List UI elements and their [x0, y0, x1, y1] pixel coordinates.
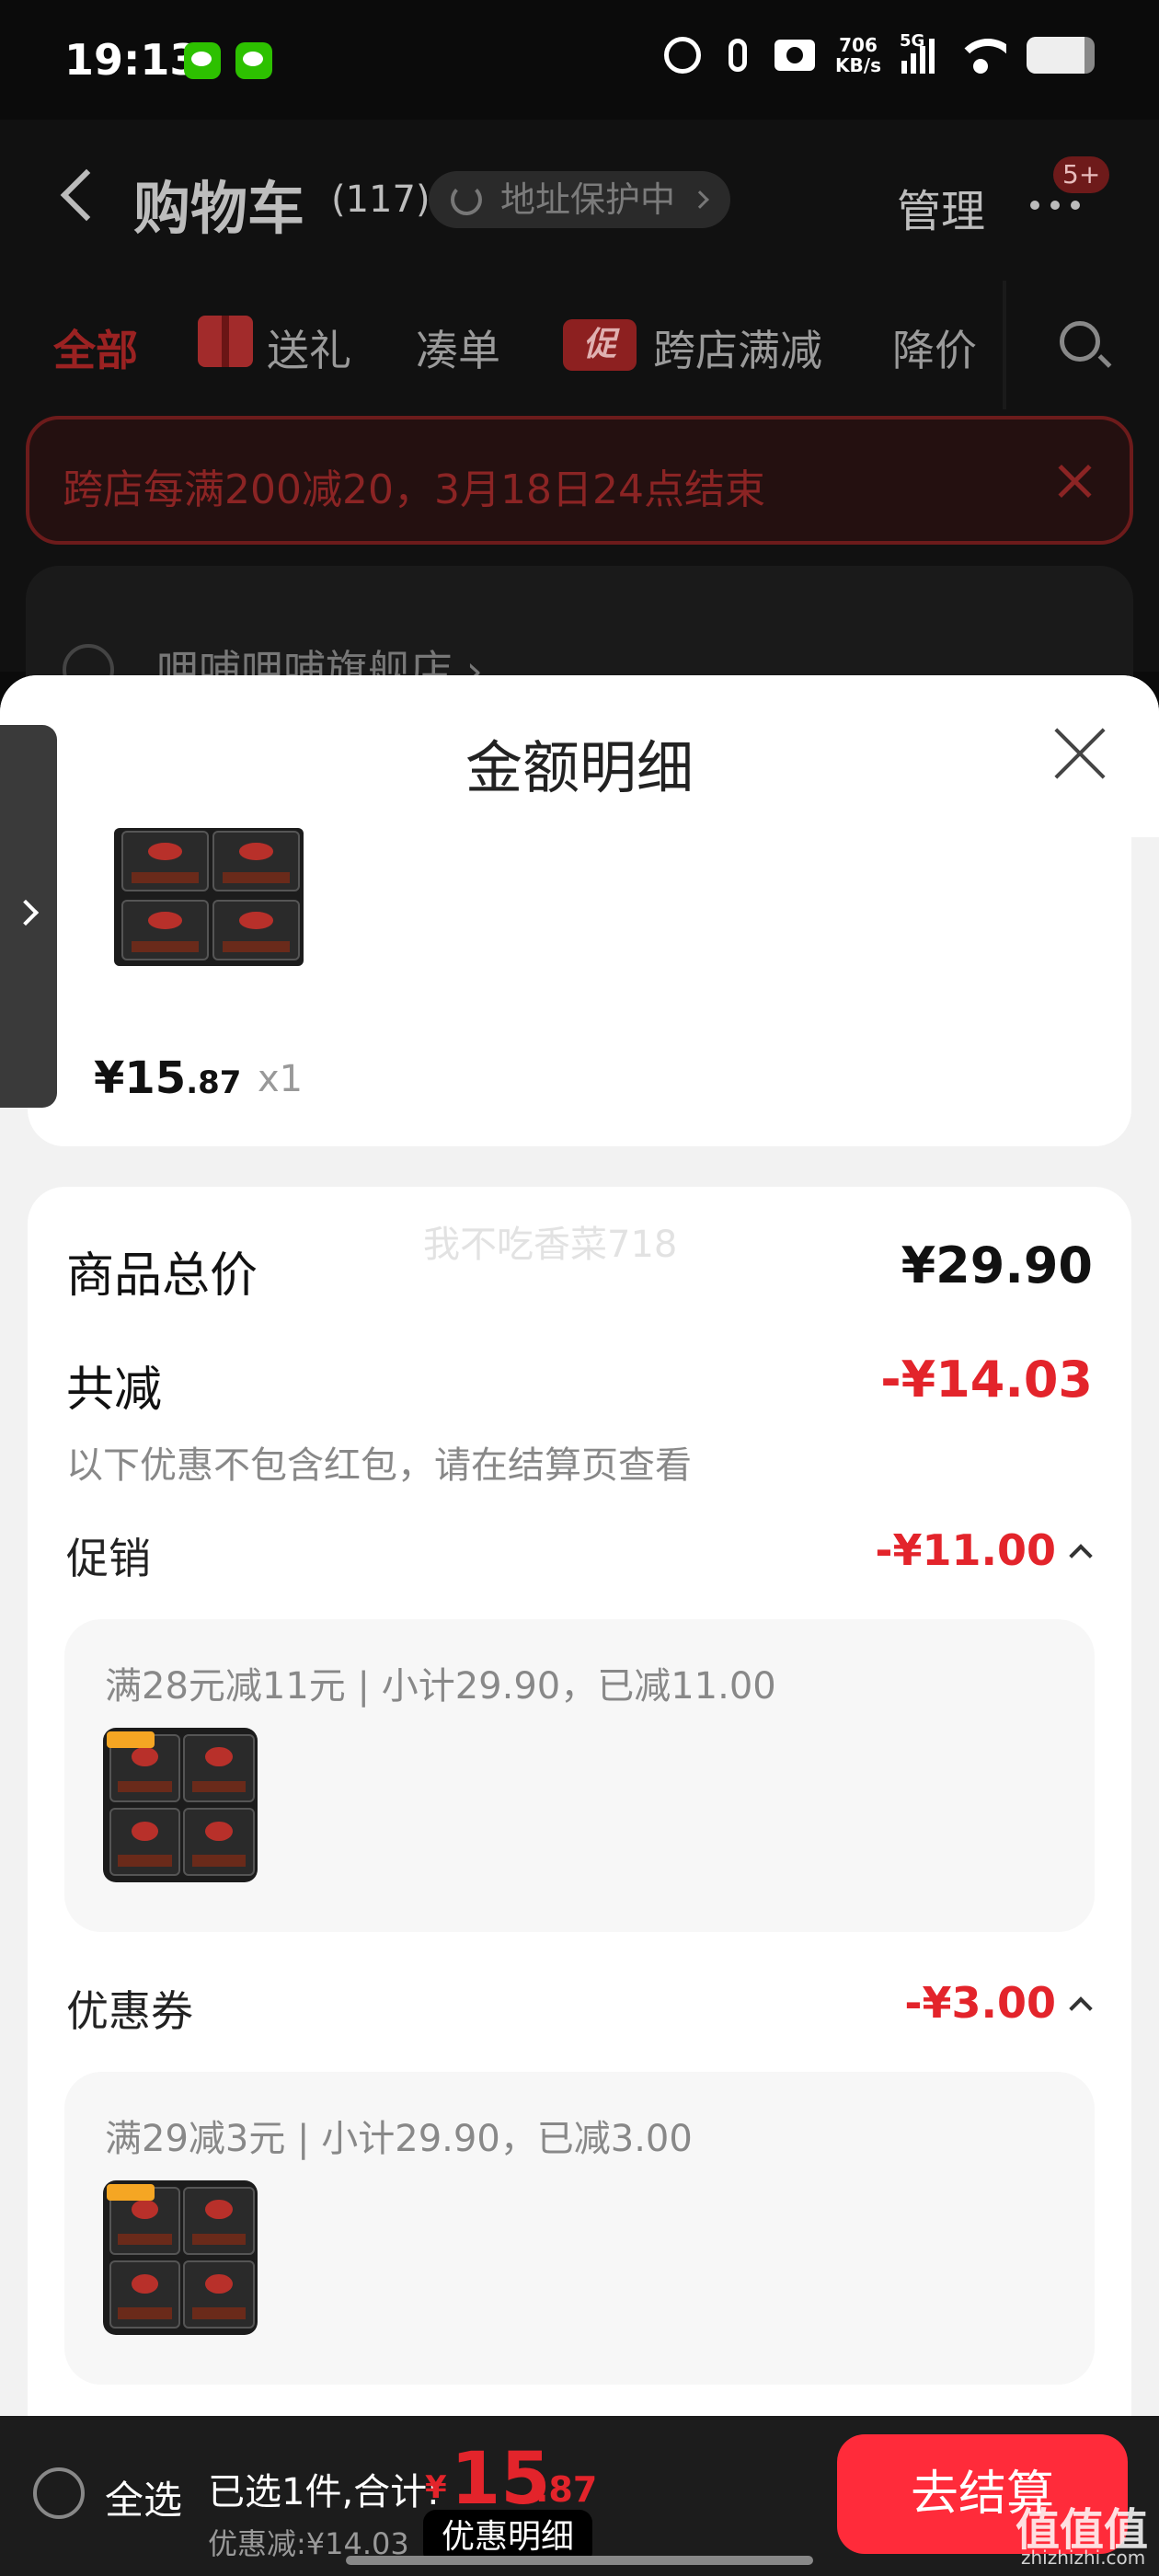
- home-indicator[interactable]: [346, 2556, 813, 2565]
- address-protection-label: 地址保护中: [500, 179, 676, 220]
- product-thumbnail: [103, 2180, 258, 2335]
- clock: 19:13: [64, 35, 200, 85]
- product-thumbnail: [103, 1728, 258, 1882]
- address-protection-pill[interactable]: 地址保护中: [429, 171, 731, 228]
- close-icon[interactable]: [1054, 727, 1106, 778]
- discount-note: 以下优惠不包含红包，请在结算页查看: [66, 1444, 692, 1487]
- selected-summary: 已选1件,合计:: [208, 2471, 440, 2513]
- tab-cross-store[interactable]: 跨店满减: [653, 317, 822, 378]
- battery-icon: [1027, 37, 1095, 74]
- network-type: 5G: [900, 31, 925, 51]
- status-bar: 19:13 706 KB/s 5G: [0, 0, 1159, 120]
- gift-icon: [198, 316, 253, 367]
- manage-button[interactable]: 管理: [897, 175, 985, 239]
- coupon-detail-box: 满29减3元 | 小计29.90，已减3.00: [64, 2072, 1095, 2385]
- total-price-dec: .87: [535, 2469, 598, 2510]
- item-price: ¥15.87: [94, 1052, 241, 1104]
- reduce-value: -¥14.03: [880, 1351, 1093, 1409]
- alarm-icon: [664, 37, 702, 74]
- chevron-right-icon: [691, 190, 709, 209]
- mic-icon: [729, 39, 748, 72]
- wechat-icon: [184, 42, 221, 79]
- tab-gift[interactable]: 送礼: [267, 317, 351, 378]
- cart-count: (117): [331, 178, 430, 221]
- chevron-up-icon[interactable]: [1069, 1996, 1093, 2020]
- reduce-label: 共减: [66, 1363, 163, 1418]
- amount-detail-card: 我不吃香菜718 商品总价 ¥29.90 共减 -¥14.03 以下优惠不包含红…: [28, 1187, 1131, 2576]
- select-all-label[interactable]: 全选: [105, 2469, 182, 2525]
- promo-detail-box: 满28元减11元 | 小计29.90，已减11.00: [64, 1619, 1095, 1932]
- top-nav: 购物车 (117) 地址保护中 管理 5+: [0, 156, 1159, 248]
- filter-tabs: 全部 送礼 凑单 促 跨店满减 降价: [0, 308, 1159, 382]
- back-icon[interactable]: [60, 168, 113, 222]
- select-all-radio[interactable]: [33, 2467, 85, 2519]
- message-badge: 5+: [1053, 156, 1110, 193]
- amount-detail-sheet: 金额明细 ¥15.87 x1 我不吃香菜718 商品总价 ¥29.90 共减 -…: [0, 675, 1159, 2576]
- close-icon[interactable]: [1056, 462, 1093, 499]
- promo-label: 促销: [66, 1534, 151, 1583]
- tab-divider: [1003, 281, 1006, 409]
- speed-unit: KB/s: [835, 54, 881, 76]
- more-icon[interactable]: [1030, 201, 1080, 210]
- smile-icon: [451, 184, 482, 215]
- site-watermark-domain: zhizhizhi.com: [1021, 2547, 1146, 2569]
- wifi-icon: [955, 35, 1006, 75]
- coupon-desc: 满29减3元 | 小计29.90，已减3.00: [105, 2118, 693, 2160]
- item-price-dec: .87: [186, 1064, 242, 1101]
- chevron-up-icon[interactable]: [1069, 1544, 1093, 1568]
- promo-banner: 跨店每满200减20，3月18日24点结束: [26, 416, 1133, 545]
- product-tag: [107, 1731, 155, 1748]
- promo-icon: 促: [563, 319, 637, 371]
- sheet-header: 金额明细: [0, 675, 1159, 837]
- sheet-title: 金额明细: [465, 734, 694, 801]
- signal-icon: 5G: [900, 31, 935, 74]
- total-value: ¥29.90: [901, 1236, 1093, 1294]
- search-icon[interactable]: [1060, 321, 1100, 362]
- item-price-int: ¥15: [94, 1052, 187, 1104]
- side-expand-tab[interactable]: [0, 725, 57, 1108]
- currency-symbol: ¥: [425, 2469, 447, 2506]
- coupon-label: 优惠券: [66, 1986, 193, 2036]
- checkout-bar: 全选 已选1件,合计: ¥ 15 .87 优惠减:¥14.03 优惠明细 去结算: [0, 2416, 1159, 2576]
- promo-value[interactable]: -¥11.00: [875, 1525, 1056, 1575]
- wechat-icon: [235, 42, 272, 79]
- tab-price-drop[interactable]: 降价: [892, 317, 977, 378]
- item-card: ¥15.87 x1: [28, 828, 1131, 1146]
- promo-desc: 满28元减11元 | 小计29.90，已减11.00: [105, 1665, 776, 1708]
- network-speed: 706 KB/s: [835, 35, 881, 75]
- product-image: [114, 828, 304, 966]
- tab-bundle[interactable]: 凑单: [416, 317, 500, 378]
- coupon-value[interactable]: -¥3.00: [904, 1978, 1056, 2028]
- speed-value: 706: [839, 34, 878, 56]
- item-quantity: x1: [258, 1058, 304, 1100]
- product-tag: [107, 2184, 155, 2201]
- page-title: 购物车: [133, 175, 305, 242]
- camera-icon: [775, 40, 816, 71]
- user-watermark: 我不吃香菜718: [423, 1224, 678, 1266]
- tab-all[interactable]: 全部: [53, 317, 138, 378]
- total-label: 商品总价: [66, 1248, 258, 1304]
- promo-banner-text: 跨店每满200减20，3月18日24点结束: [63, 466, 765, 513]
